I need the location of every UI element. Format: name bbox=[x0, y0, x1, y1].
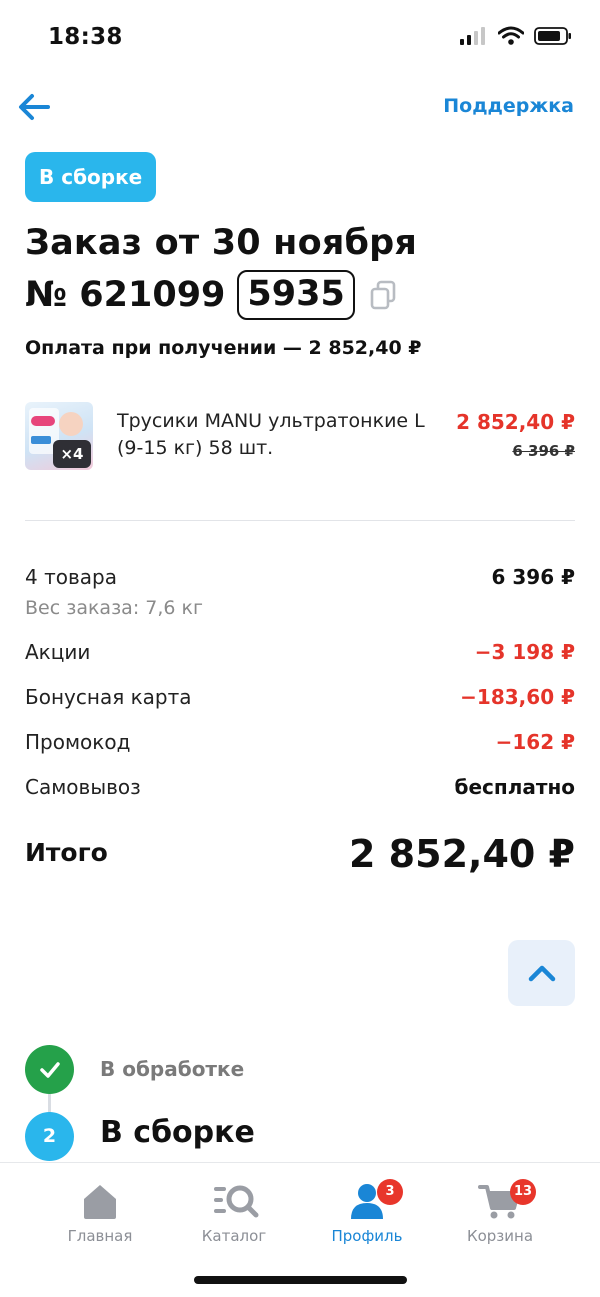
summary-row-items: 4 товара 6 396 ₽ Вес заказа: 7,6 кг bbox=[25, 565, 575, 640]
tab-label: Профиль bbox=[331, 1227, 403, 1245]
tab-label: Каталог bbox=[201, 1227, 267, 1245]
order-number-suffix: 5935 bbox=[237, 270, 355, 320]
catalog-search-icon bbox=[212, 1181, 259, 1221]
scroll-top-button[interactable] bbox=[508, 940, 575, 1006]
summary-value: −162 ₽ bbox=[495, 730, 575, 754]
nav-bar: Поддержка bbox=[0, 85, 600, 129]
summary-row-pickup: Самовывоз бесплатно bbox=[25, 775, 575, 820]
chevron-up-icon bbox=[528, 965, 555, 982]
step-current-indicator: 2 bbox=[25, 1112, 74, 1161]
summary-value: −3 198 ₽ bbox=[474, 640, 575, 664]
back-button[interactable] bbox=[16, 89, 52, 125]
summary-row-promocode: Промокод −162 ₽ bbox=[25, 730, 575, 775]
order-title: Заказ от 30 ноября bbox=[25, 223, 418, 263]
home-icon bbox=[78, 1181, 122, 1221]
arrow-left-icon bbox=[19, 94, 50, 120]
step-assembly-label: В сборке bbox=[100, 1115, 255, 1150]
step-processing-label: В обработке bbox=[100, 1057, 245, 1081]
product-name: Трусики MANU ультратонкие L (9-15 кг) 58… bbox=[117, 410, 425, 459]
items-count-label: 4 товара bbox=[25, 565, 117, 589]
status-bar: 18:38 bbox=[0, 0, 600, 75]
profile-icon: 3 bbox=[345, 1179, 403, 1221]
tab-home[interactable]: Главная bbox=[40, 1181, 160, 1251]
product-image: ×4 bbox=[25, 402, 93, 470]
profile-badge: 3 bbox=[377, 1179, 403, 1205]
product-item[interactable]: ×4 Трусики MANU ультратонкие L (9-15 кг)… bbox=[25, 400, 575, 470]
wifi-icon bbox=[498, 26, 524, 45]
product-price: 2 852,40 ₽ bbox=[456, 410, 575, 434]
tab-catalog[interactable]: Каталог bbox=[174, 1181, 294, 1251]
cart-icon: 13 bbox=[478, 1179, 536, 1221]
tab-cart[interactable]: 13 Корзина bbox=[440, 1179, 560, 1251]
summary-row-promotions: Акции −3 198 ₽ bbox=[25, 640, 575, 685]
total-value: 2 852,40 ₽ bbox=[349, 832, 575, 876]
summary-label: Бонусная карта bbox=[25, 685, 192, 709]
order-weight: Вес заказа: 7,6 кг bbox=[25, 597, 203, 619]
product-old-price: 6 396 ₽ bbox=[512, 442, 575, 460]
status-icons bbox=[460, 26, 572, 46]
copy-button[interactable] bbox=[369, 280, 397, 310]
quantity-badge: ×4 bbox=[53, 440, 91, 468]
check-icon bbox=[39, 1061, 60, 1078]
items-total-value: 6 396 ₽ bbox=[491, 565, 575, 589]
tab-profile[interactable]: 3 Профиль bbox=[307, 1179, 427, 1251]
tab-label: Корзина bbox=[466, 1227, 534, 1245]
cellular-signal-icon bbox=[460, 27, 485, 45]
summary-label: Промокод bbox=[25, 730, 131, 754]
order-number-prefix: № 621099 bbox=[25, 275, 226, 315]
summary-value: −183,60 ₽ bbox=[460, 685, 575, 709]
step-done-indicator bbox=[25, 1045, 74, 1094]
summary-row-bonus-card: Бонусная карта −183,60 ₽ bbox=[25, 685, 575, 730]
summary-value: бесплатно bbox=[454, 775, 576, 799]
divider bbox=[25, 520, 575, 521]
payment-info: Оплата при получении — 2 852,40 ₽ bbox=[25, 337, 422, 359]
tab-label: Главная bbox=[67, 1227, 133, 1245]
battery-icon bbox=[534, 27, 571, 45]
support-link[interactable]: Поддержка bbox=[443, 95, 574, 117]
order-summary: 4 товара 6 396 ₽ Вес заказа: 7,6 кг Акци… bbox=[25, 565, 575, 820]
home-indicator bbox=[194, 1276, 407, 1284]
status-time: 18:38 bbox=[48, 24, 123, 50]
summary-label: Самовывоз bbox=[25, 775, 141, 799]
summary-label: Акции bbox=[25, 640, 91, 664]
order-status-chip: В сборке bbox=[25, 152, 157, 202]
copy-icon bbox=[370, 280, 396, 310]
order-number: № 621099 5935 bbox=[25, 268, 397, 322]
total-label: Итого bbox=[25, 838, 108, 867]
cart-badge: 13 bbox=[510, 1179, 536, 1205]
